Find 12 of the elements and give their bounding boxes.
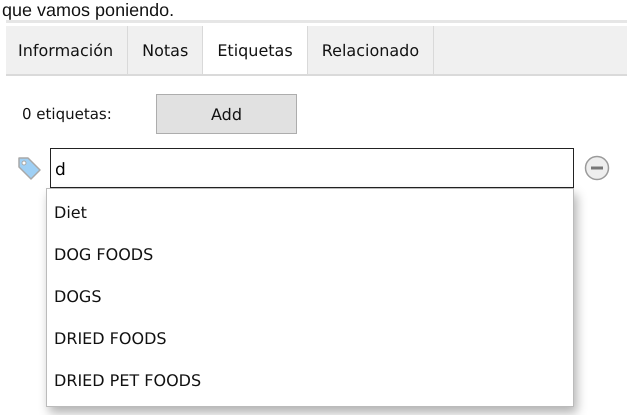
tag-icon [16,155,42,181]
tag-count-label: 0 etiquetas: [22,105,113,123]
caption-text: que vamos poniendo. [1,0,176,20]
suggestion-item[interactable]: DOGS [47,276,573,318]
add-button[interactable]: Add [156,94,297,134]
remove-icon[interactable] [584,155,610,181]
tag-input-field[interactable]: d [50,148,574,188]
tab[interactable]: Etiquetas [203,26,308,74]
suggestion-item[interactable]: DRIED FOODS [47,318,573,360]
suggestion-item[interactable]: Diet [47,192,573,234]
suggestion-item[interactable]: DOG FOODS [47,234,573,276]
suggestion-item[interactable]: DRIED PET FOODS [47,360,573,402]
